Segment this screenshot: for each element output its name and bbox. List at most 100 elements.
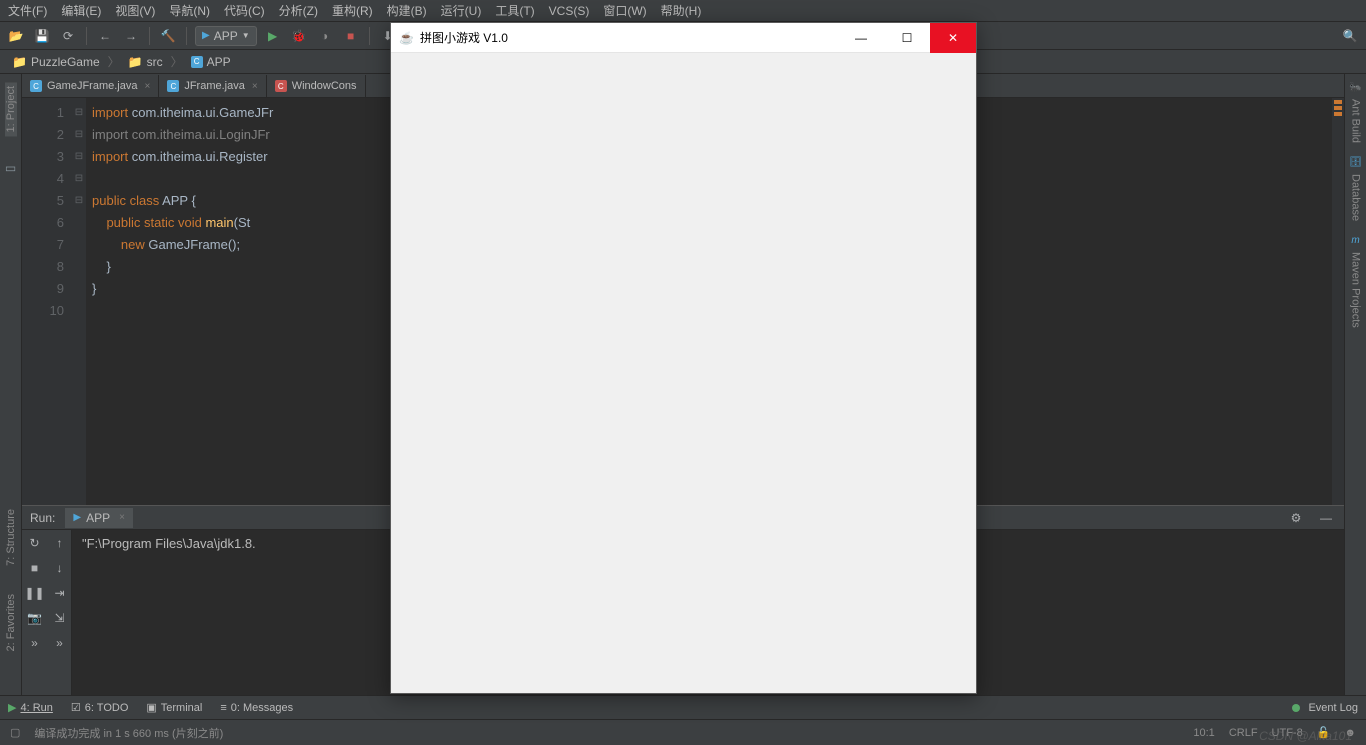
- status-position[interactable]: 10:1: [1193, 727, 1214, 739]
- run-icon: ▶: [8, 701, 16, 714]
- left-tool-strip: 1: Project ▭ 7: Structure 2: Favorites: [0, 74, 22, 695]
- ant-icon: 🐜: [1349, 82, 1361, 93]
- close-icon[interactable]: ×: [252, 81, 258, 92]
- tool-structure[interactable]: 7: Structure: [5, 505, 17, 570]
- tab-gamejframe[interactable]: CGameJFrame.java×: [22, 75, 159, 97]
- search-icon[interactable]: 🔍: [1340, 26, 1360, 46]
- debug-icon[interactable]: 🐞: [289, 26, 309, 46]
- run-tab-app[interactable]: ▶ APP ×: [65, 508, 133, 528]
- messages-icon: ≡: [220, 702, 226, 714]
- menu-run[interactable]: 运行(U): [441, 2, 482, 19]
- back-icon[interactable]: ←: [95, 26, 115, 46]
- tool-ant[interactable]: Ant Build: [1350, 93, 1362, 149]
- step-up-icon[interactable]: ↑: [47, 530, 72, 555]
- run-icon[interactable]: ▶: [263, 26, 283, 46]
- folder-icon: 📁: [128, 55, 143, 69]
- crumb-file[interactable]: CAPP: [185, 53, 237, 71]
- app-titlebar[interactable]: ☕ 拼图小游戏 V1.0 — ☐ ✕: [391, 23, 976, 53]
- minimize-panel-icon[interactable]: —: [1316, 508, 1336, 528]
- minimize-button[interactable]: —: [838, 23, 884, 53]
- pause-icon[interactable]: ❚❚: [22, 580, 47, 605]
- tool-project[interactable]: 1: Project: [5, 82, 17, 136]
- java-app-icon: ☕: [399, 31, 414, 45]
- stop-icon[interactable]: ■: [341, 26, 361, 46]
- right-tool-strip: 🐜 Ant Build 🗄 Database m Maven Projects: [1344, 74, 1366, 695]
- java-class-icon: C: [30, 80, 42, 92]
- crumb-project[interactable]: 📁PuzzleGame: [6, 53, 106, 71]
- menu-tools[interactable]: 工具(T): [495, 2, 534, 19]
- menu-vcs[interactable]: VCS(S): [549, 4, 590, 18]
- todo-icon: ☑: [71, 701, 81, 714]
- app-config-icon: ▶: [73, 512, 81, 523]
- tw-messages[interactable]: ≡0: Messages: [220, 702, 293, 714]
- status-window-icon[interactable]: ▢: [10, 726, 20, 739]
- open-icon[interactable]: 📂: [6, 26, 26, 46]
- scroll-icon[interactable]: ⇲: [47, 605, 72, 630]
- menu-analyze[interactable]: 分析(Z): [279, 2, 318, 19]
- chevron-down-icon: ▼: [242, 31, 250, 40]
- app-config-icon: ▶: [202, 30, 210, 41]
- menu-refactor[interactable]: 重构(R): [332, 2, 373, 19]
- status-bar: ▢ 编译成功完成 in 1 s 660 ms (片刻之前) 10:1 CRLF …: [0, 719, 1366, 745]
- menu-code[interactable]: 代码(C): [224, 2, 265, 19]
- status-dot-icon: [1292, 704, 1300, 712]
- run-config-label: APP: [214, 29, 238, 43]
- tw-event-log[interactable]: Event Log: [1292, 702, 1358, 714]
- coverage-icon[interactable]: ◑: [315, 26, 335, 46]
- forward-icon[interactable]: →: [121, 26, 141, 46]
- menu-bar: 文件(F) 编辑(E) 视图(V) 导航(N) 代码(C) 分析(Z) 重构(R…: [0, 0, 1366, 22]
- status-message: 编译成功完成 in 1 s 660 ms (片刻之前): [34, 725, 223, 741]
- run-config-selector[interactable]: ▶ APP ▼: [195, 26, 257, 46]
- menu-build[interactable]: 构建(B): [387, 2, 427, 19]
- java-class-icon: C: [275, 80, 287, 92]
- folder-icon: 📁: [12, 55, 27, 69]
- tab-windowcons[interactable]: CWindowCons: [267, 75, 366, 97]
- build-icon[interactable]: 🔨: [158, 26, 178, 46]
- wrap-icon[interactable]: ⇥: [47, 580, 72, 605]
- tool-maven[interactable]: Maven Projects: [1350, 246, 1362, 334]
- fold-column[interactable]: ⊟⊟⊟⊟⊟: [72, 98, 86, 505]
- database-icon: 🗄: [1349, 157, 1362, 168]
- run-panel-label: Run:: [30, 511, 55, 525]
- stop-icon[interactable]: ■: [22, 555, 47, 580]
- app-window: ☕ 拼图小游戏 V1.0 — ☐ ✕: [390, 22, 977, 694]
- tw-todo[interactable]: ☑6: TODO: [71, 701, 128, 714]
- save-icon[interactable]: 💾: [32, 26, 52, 46]
- app-title: 拼图小游戏 V1.0: [420, 29, 838, 46]
- close-icon[interactable]: ×: [144, 81, 150, 92]
- line-numbers: 12345▶6▶78910: [22, 98, 72, 505]
- watermark: CSDN @Alita101: [1259, 729, 1352, 743]
- tool-favorites[interactable]: 2: Favorites: [5, 590, 17, 655]
- more-icon[interactable]: »: [47, 630, 72, 655]
- terminal-icon: ▣: [146, 701, 156, 714]
- tab-jframe[interactable]: CJFrame.java×: [159, 75, 266, 97]
- menu-nav[interactable]: 导航(N): [169, 2, 210, 19]
- close-button[interactable]: ✕: [930, 23, 976, 53]
- menu-edit[interactable]: 编辑(E): [61, 2, 101, 19]
- more-icon[interactable]: »: [22, 630, 47, 655]
- crumb-src[interactable]: 📁src: [122, 53, 169, 71]
- camera-icon[interactable]: 📷: [22, 605, 47, 630]
- tool-window-bar: ▶4: Run ☑6: TODO ▣Terminal ≡0: Messages …: [0, 695, 1366, 719]
- maven-icon: m: [1351, 235, 1359, 246]
- status-line-ending[interactable]: CRLF: [1229, 727, 1258, 739]
- tw-run[interactable]: ▶4: Run: [8, 701, 53, 714]
- tool-database[interactable]: Database: [1350, 168, 1362, 227]
- maximize-button[interactable]: ☐: [884, 23, 930, 53]
- app-content: [391, 53, 976, 693]
- rerun-icon[interactable]: ↻: [22, 530, 47, 555]
- run-toolbar: ↻ ↑ ■ ↓ ❚❚ ⇥ 📷 ⇲ » »: [22, 530, 72, 695]
- menu-file[interactable]: 文件(F): [8, 2, 47, 19]
- close-icon[interactable]: ×: [119, 512, 125, 523]
- menu-help[interactable]: 帮助(H): [661, 2, 702, 19]
- error-stripe[interactable]: [1332, 98, 1344, 505]
- settings-icon[interactable]: ⚙: [1286, 508, 1306, 528]
- java-class-icon: C: [167, 80, 179, 92]
- menu-window[interactable]: 窗口(W): [603, 2, 646, 19]
- tw-terminal[interactable]: ▣Terminal: [146, 701, 202, 714]
- project-files-icon[interactable]: ▭: [3, 160, 19, 176]
- refresh-icon[interactable]: ⟳: [58, 26, 78, 46]
- step-down-icon[interactable]: ↓: [47, 555, 72, 580]
- menu-view[interactable]: 视图(V): [115, 2, 155, 19]
- java-class-icon: C: [191, 56, 203, 68]
